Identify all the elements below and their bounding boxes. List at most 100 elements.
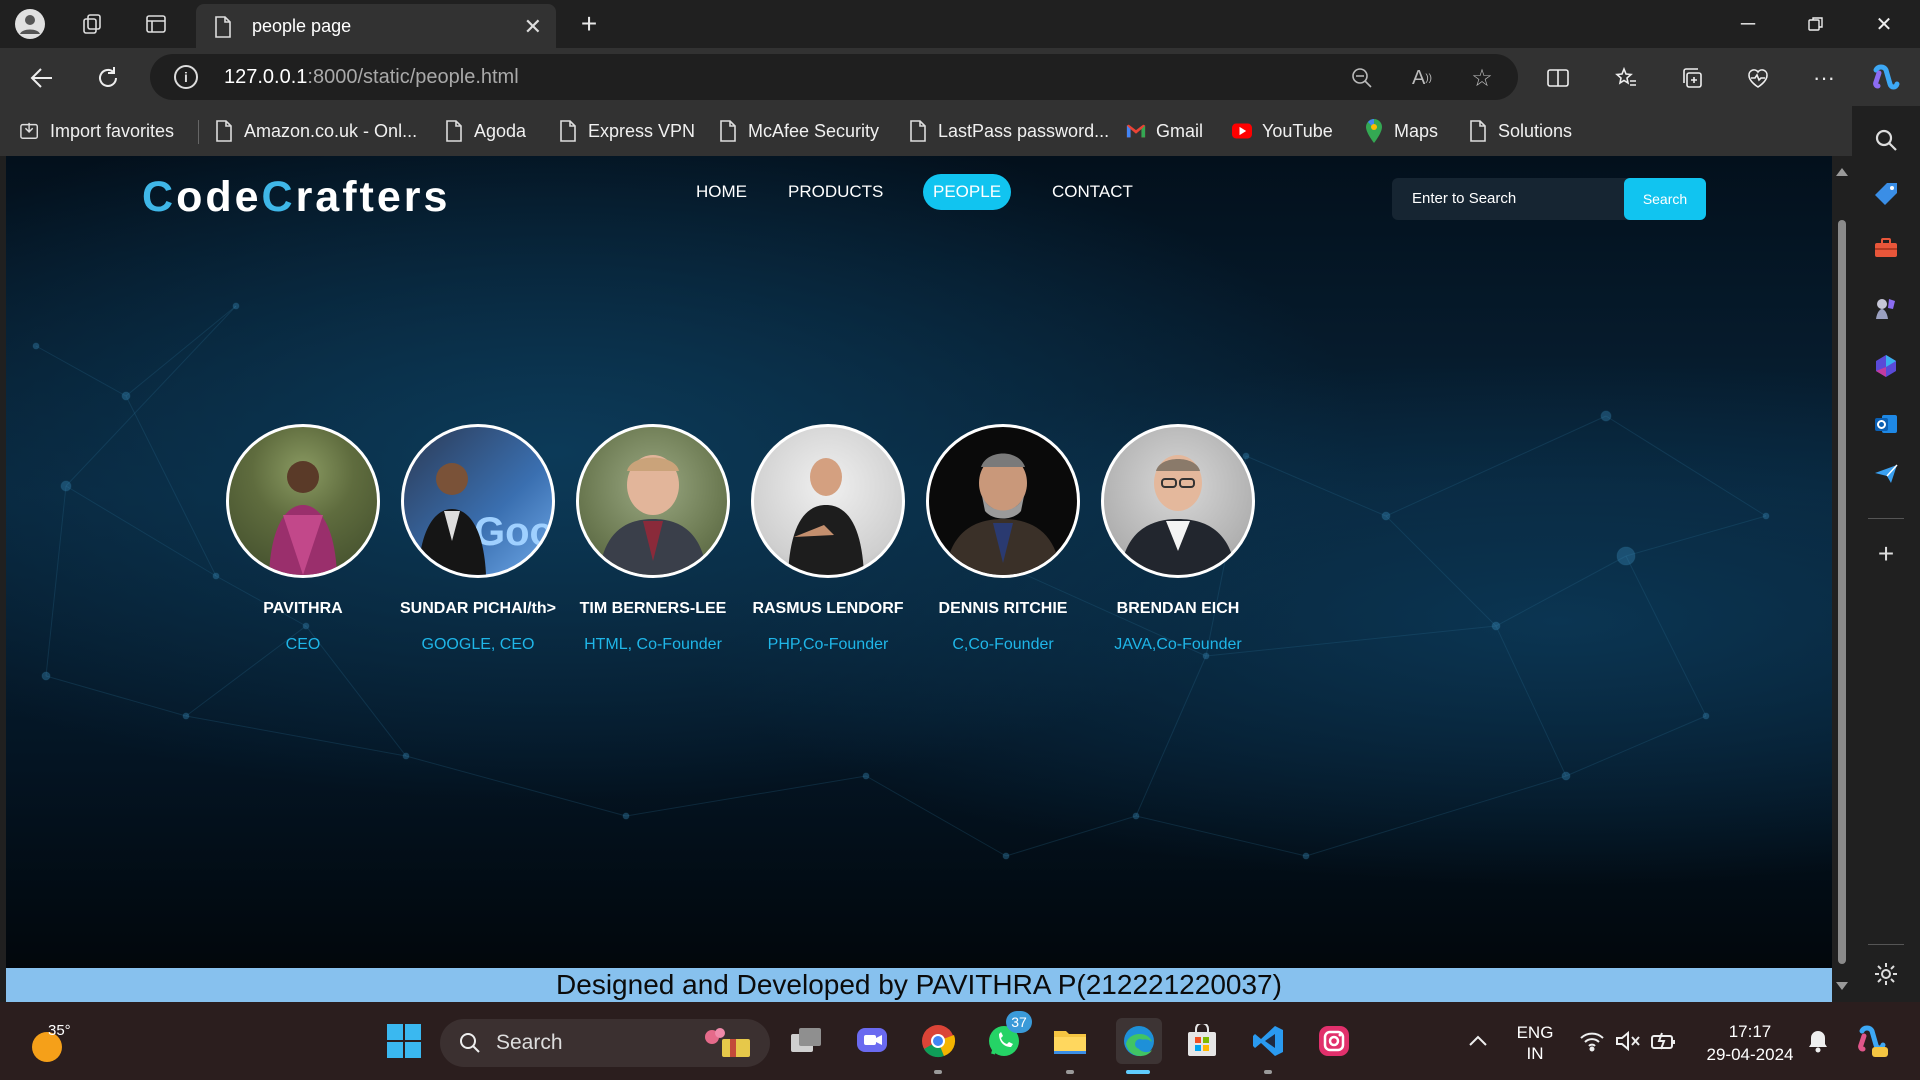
language-indicator[interactable]: ENG IN: [1512, 1022, 1558, 1064]
person-name: TIM BERNERS-LEE: [579, 600, 727, 617]
taskbar-search[interactable]: Search: [440, 1019, 770, 1067]
page-icon: [444, 120, 464, 142]
games-icon[interactable]: [1870, 292, 1902, 324]
favorites-bar: Import favorites Amazon.co.uk - Onl... A…: [0, 106, 1920, 156]
favorites-icon[interactable]: [1608, 60, 1644, 96]
fav-lastpass[interactable]: LastPass password...: [908, 117, 1109, 145]
whatsapp-icon[interactable]: 37: [984, 1011, 1032, 1061]
notifications-bell-icon[interactable]: [1798, 1021, 1838, 1061]
page-icon: [718, 120, 738, 142]
restore-icon[interactable]: [1796, 8, 1836, 40]
site-search-input[interactable]: Enter to Search: [1392, 178, 1636, 220]
system-clock[interactable]: 17:17 29-04-2024: [1700, 1020, 1800, 1066]
scroll-down-icon[interactable]: [1836, 982, 1848, 990]
show-hidden-icons-chevron[interactable]: [1458, 1021, 1498, 1061]
windows-start-icon[interactable]: [384, 1021, 424, 1061]
refresh-icon[interactable]: [90, 60, 126, 96]
tab-title: people page: [252, 16, 352, 36]
new-tab-icon[interactable]: +: [573, 8, 605, 40]
person-role: HTML, Co-Founder: [584, 636, 722, 653]
battery-icon[interactable]: [1644, 1021, 1684, 1061]
copilot-icon[interactable]: [1868, 60, 1904, 96]
person-card-sundar-pichai: Goo SUNDAR PICHAI/th> GOOGLE, CEO: [390, 424, 566, 654]
site-info-icon[interactable]: i: [174, 65, 198, 89]
person-role: PHP,Co-Founder: [767, 636, 889, 653]
wifi-icon[interactable]: [1572, 1021, 1612, 1061]
shopping-tag-icon[interactable]: [1870, 178, 1902, 210]
page-icon: [558, 120, 578, 142]
vscode-icon[interactable]: [1248, 1021, 1288, 1061]
volume-muted-icon[interactable]: [1608, 1021, 1648, 1061]
favorite-star-icon[interactable]: ☆: [1468, 64, 1496, 92]
weather-widget[interactable]: 35°: [28, 1022, 71, 1062]
send-icon[interactable]: [1870, 458, 1902, 490]
sidebar-divider: [1868, 518, 1904, 519]
chrome-icon[interactable]: [918, 1021, 958, 1061]
browser-essentials-icon[interactable]: [1740, 60, 1776, 96]
nav-home[interactable]: HOME: [686, 174, 757, 210]
instagram-icon[interactable]: [1314, 1021, 1354, 1061]
teams-chat-icon[interactable]: [852, 1021, 892, 1061]
tools-icon[interactable]: [1870, 232, 1902, 264]
fav-youtube[interactable]: YouTube: [1232, 117, 1333, 145]
edge-icon[interactable]: [1116, 1018, 1162, 1064]
person-role: CEO: [285, 636, 321, 653]
site-search-button[interactable]: Search: [1624, 178, 1706, 220]
windows-taskbar: 35° Search 37 ENG IN 17:17 29-04-2024: [0, 1002, 1920, 1080]
fav-import-favorites[interactable]: Import favorites: [20, 117, 174, 145]
add-sidebar-app-icon[interactable]: +: [1870, 538, 1902, 570]
collections-icon[interactable]: [1674, 60, 1710, 96]
settings-gear-icon[interactable]: [1870, 958, 1902, 990]
workspaces-icon[interactable]: [76, 8, 108, 40]
split-screen-icon[interactable]: [1540, 60, 1576, 96]
nav-products[interactable]: PRODUCTS: [778, 174, 893, 210]
tab-actions-icon[interactable]: [140, 8, 172, 40]
back-icon[interactable]: [24, 60, 60, 96]
avatar: Goo: [401, 424, 555, 578]
svg-text:Goo: Goo: [474, 510, 552, 554]
minimize-icon[interactable]: ─: [1728, 8, 1768, 40]
close-tab-icon[interactable]: ✕: [524, 14, 542, 40]
more-options-icon[interactable]: ···: [1806, 60, 1842, 96]
nav-contact[interactable]: CONTACT: [1042, 174, 1143, 210]
person-card-rasmus-lendorf: RASMUS LENDORF PHP,Co-Founder: [740, 424, 916, 654]
close-window-icon[interactable]: ✕: [1864, 8, 1904, 40]
fav-amazon[interactable]: Amazon.co.uk - Onl...: [214, 117, 417, 145]
import-icon: [20, 120, 40, 142]
address-bar[interactable]: i 127.0.0.1:8000/static/people.html A)) …: [150, 54, 1518, 100]
favorites-divider: [198, 120, 199, 144]
whatsapp-badge: 37: [1006, 1011, 1032, 1033]
fav-maps[interactable]: Maps: [1364, 117, 1438, 145]
nav-people[interactable]: PEOPLE: [923, 174, 1012, 210]
scroll-up-icon[interactable]: [1836, 168, 1848, 176]
search-icon[interactable]: [1870, 124, 1902, 156]
taskbar-search-label: Search: [496, 1031, 563, 1054]
person-role: JAVA,Co-Founder: [1114, 636, 1242, 653]
fav-mcafee[interactable]: McAfee Security: [718, 117, 879, 145]
person-name: SUNDAR PICHAI/th>: [399, 600, 556, 617]
copilot-taskbar-icon[interactable]: [1852, 1021, 1892, 1061]
profile-icon[interactable]: [14, 8, 46, 40]
microsoft-365-icon[interactable]: [1870, 350, 1902, 382]
fav-express-vpn[interactable]: Express VPN: [558, 117, 695, 145]
edge-active-indicator: [1126, 1070, 1150, 1074]
chrome-running-indicator: [934, 1070, 942, 1074]
person-role: C,Co-Founder: [952, 636, 1054, 653]
person-name: DENNIS RITCHIE: [938, 600, 1068, 617]
task-view-icon[interactable]: [786, 1021, 826, 1061]
vscode-running-indicator: [1264, 1070, 1272, 1074]
site-logo[interactable]: CodeCrafters: [142, 173, 450, 222]
fav-agoda[interactable]: Agoda: [444, 117, 526, 145]
outlook-icon[interactable]: [1870, 408, 1902, 440]
tab-people-page[interactable]: people page ✕: [196, 4, 556, 48]
page-scrollbar[interactable]: [1832, 156, 1852, 1002]
sidebar-divider: [1868, 944, 1904, 945]
read-aloud-icon[interactable]: A)): [1408, 64, 1436, 92]
clock-time: 17:17: [1728, 1022, 1772, 1041]
fav-solutions[interactable]: Solutions: [1468, 117, 1572, 145]
microsoft-store-icon[interactable]: [1182, 1021, 1222, 1061]
zoom-icon[interactable]: [1348, 64, 1376, 92]
file-explorer-icon[interactable]: [1050, 1021, 1090, 1061]
scroll-thumb[interactable]: [1838, 220, 1846, 964]
fav-gmail[interactable]: Gmail: [1126, 117, 1203, 145]
